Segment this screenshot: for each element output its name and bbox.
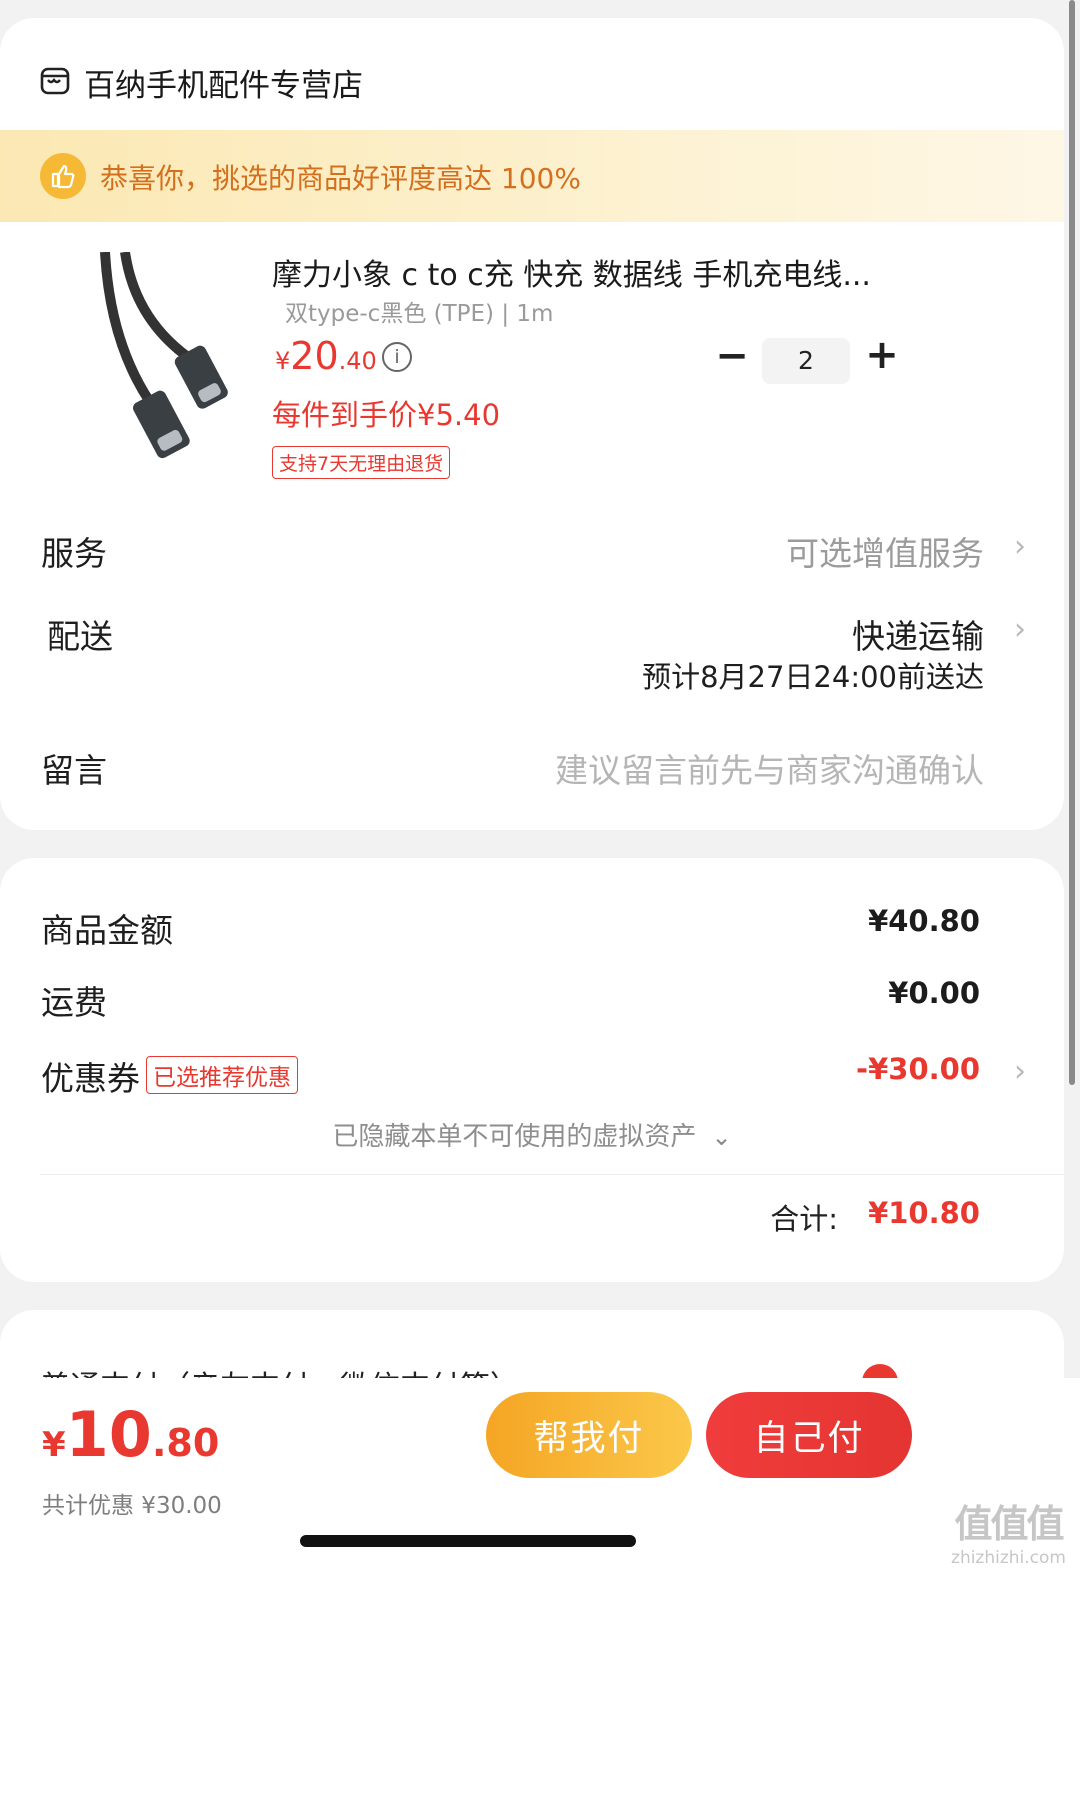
info-icon[interactable]: i <box>382 342 412 372</box>
shipping-row: 运费 ¥0.00 <box>0 976 1064 1024</box>
goods-amount-value: ¥40.80 <box>868 904 980 938</box>
price-integer: 20 <box>290 334 339 378</box>
amount-integer: 10 <box>65 1398 152 1471</box>
total-row: ¥10.80 合计: <box>0 1196 1064 1244</box>
service-row[interactable]: 服务 可选增值服务 › <box>0 523 1064 573</box>
watermark: 值值值 zhizhizhi.com <box>951 1493 1066 1568</box>
thumbs-up-icon <box>40 153 86 199</box>
delivery-method: 快递运输 <box>852 617 984 656</box>
bottom-bar: ¥10.80 共计优惠 ¥30.00 帮我付 自己付 值值值 zhizhizhi… <box>0 1378 1080 1806</box>
delivery-label: 配送 <box>47 617 113 656</box>
currency-symbol: ¥ <box>42 1425 66 1465</box>
rating-banner-text: 恭喜你，挑选的商品好评度高达 100% <box>100 162 581 195</box>
pay-amount: ¥10.80 <box>42 1398 219 1471</box>
increase-quantity-button[interactable]: + <box>862 334 902 378</box>
help-pay-button[interactable]: 帮我付 <box>486 1392 692 1478</box>
store-header[interactable]: 百纳手机配件专营店 <box>0 58 1064 108</box>
rating-banner: 恭喜你，挑选的商品好评度高达 100% <box>0 130 1064 222</box>
order-card: 百纳手机配件专营店 恭喜你，挑选的商品好评度高达 100% 摩力小象 c to … <box>0 18 1064 830</box>
product-spec[interactable]: 双type-c黑色 (TPE) | 1m <box>285 294 553 328</box>
message-label: 留言 <box>41 751 107 790</box>
product-image[interactable] <box>95 252 235 462</box>
coupon-value: -¥30.00 <box>856 1052 980 1086</box>
service-label: 服务 <box>41 534 107 573</box>
goods-amount-row: 商品金额 ¥40.80 <box>0 904 1064 952</box>
product-price: ¥20.40 <box>275 334 377 378</box>
goods-amount-label: 商品金额 <box>41 911 173 950</box>
total-label: 合计: <box>770 1202 838 1236</box>
summary-card: 商品金额 ¥40.80 运费 ¥0.00 优惠券 已选推荐优惠 -¥30.00 … <box>0 858 1064 1282</box>
coupon-label: 优惠券 <box>41 1059 140 1098</box>
home-indicator[interactable] <box>300 1535 636 1547</box>
total-discount: 共计优惠 ¥30.00 <box>42 1493 222 1519</box>
divider <box>40 1174 1064 1175</box>
store-name: 百纳手机配件专营店 <box>84 68 363 104</box>
store-icon <box>40 67 70 95</box>
message-row[interactable]: 留言 建议留言前先与商家沟通确认 <box>0 740 1064 790</box>
quantity-value[interactable]: 2 <box>762 338 850 384</box>
currency-symbol: ¥ <box>275 347 291 375</box>
shipping-value: ¥0.00 <box>888 976 980 1010</box>
chevron-right-icon: › <box>1014 529 1026 564</box>
coupon-row[interactable]: 优惠券 已选推荐优惠 -¥30.00 › <box>0 1052 1064 1100</box>
total-value: ¥10.80 <box>868 1196 980 1230</box>
message-input[interactable]: 建议留言前先与商家沟通确认 <box>555 744 984 792</box>
product-item[interactable]: 摩力小象 c to c充 快充 数据线 手机充电线... 双type-c黑色 (… <box>0 248 1064 498</box>
price-decimal: .40 <box>338 347 377 375</box>
chevron-down-icon: ⌄ <box>711 1123 732 1151</box>
unit-price: 每件到手价¥5.40 <box>272 398 501 432</box>
chevron-right-icon: › <box>1014 1054 1026 1089</box>
coupon-badge: 已选推荐优惠 <box>146 1056 298 1094</box>
watermark-url: zhizhizhi.com <box>951 1548 1066 1568</box>
decrease-quantity-button[interactable]: − <box>712 336 752 380</box>
scrollbar[interactable] <box>1069 0 1075 1085</box>
amount-decimal: .80 <box>151 1421 220 1465</box>
hidden-assets-toggle[interactable]: 已隐藏本单不可使用的虚拟资产 ⌄ <box>0 1116 1064 1160</box>
hidden-assets-text: 已隐藏本单不可使用的虚拟资产 <box>332 1122 697 1152</box>
return-policy-badge: 支持7天无理由退货 <box>272 446 451 479</box>
delivery-row[interactable]: 配送 快递运输 › 预计8月27日24:00前送达 <box>0 606 1064 716</box>
service-value: 可选增值服务 <box>786 534 984 573</box>
product-title[interactable]: 摩力小象 c to c充 快充 数据线 手机充电线... <box>272 250 872 294</box>
chevron-right-icon: › <box>1014 612 1026 647</box>
watermark-logo: 值值值 <box>954 1502 1065 1546</box>
self-pay-button[interactable]: 自己付 <box>706 1392 912 1478</box>
shipping-label: 运费 <box>41 983 107 1022</box>
delivery-eta: 预计8月27日24:00前送达 <box>642 660 984 694</box>
